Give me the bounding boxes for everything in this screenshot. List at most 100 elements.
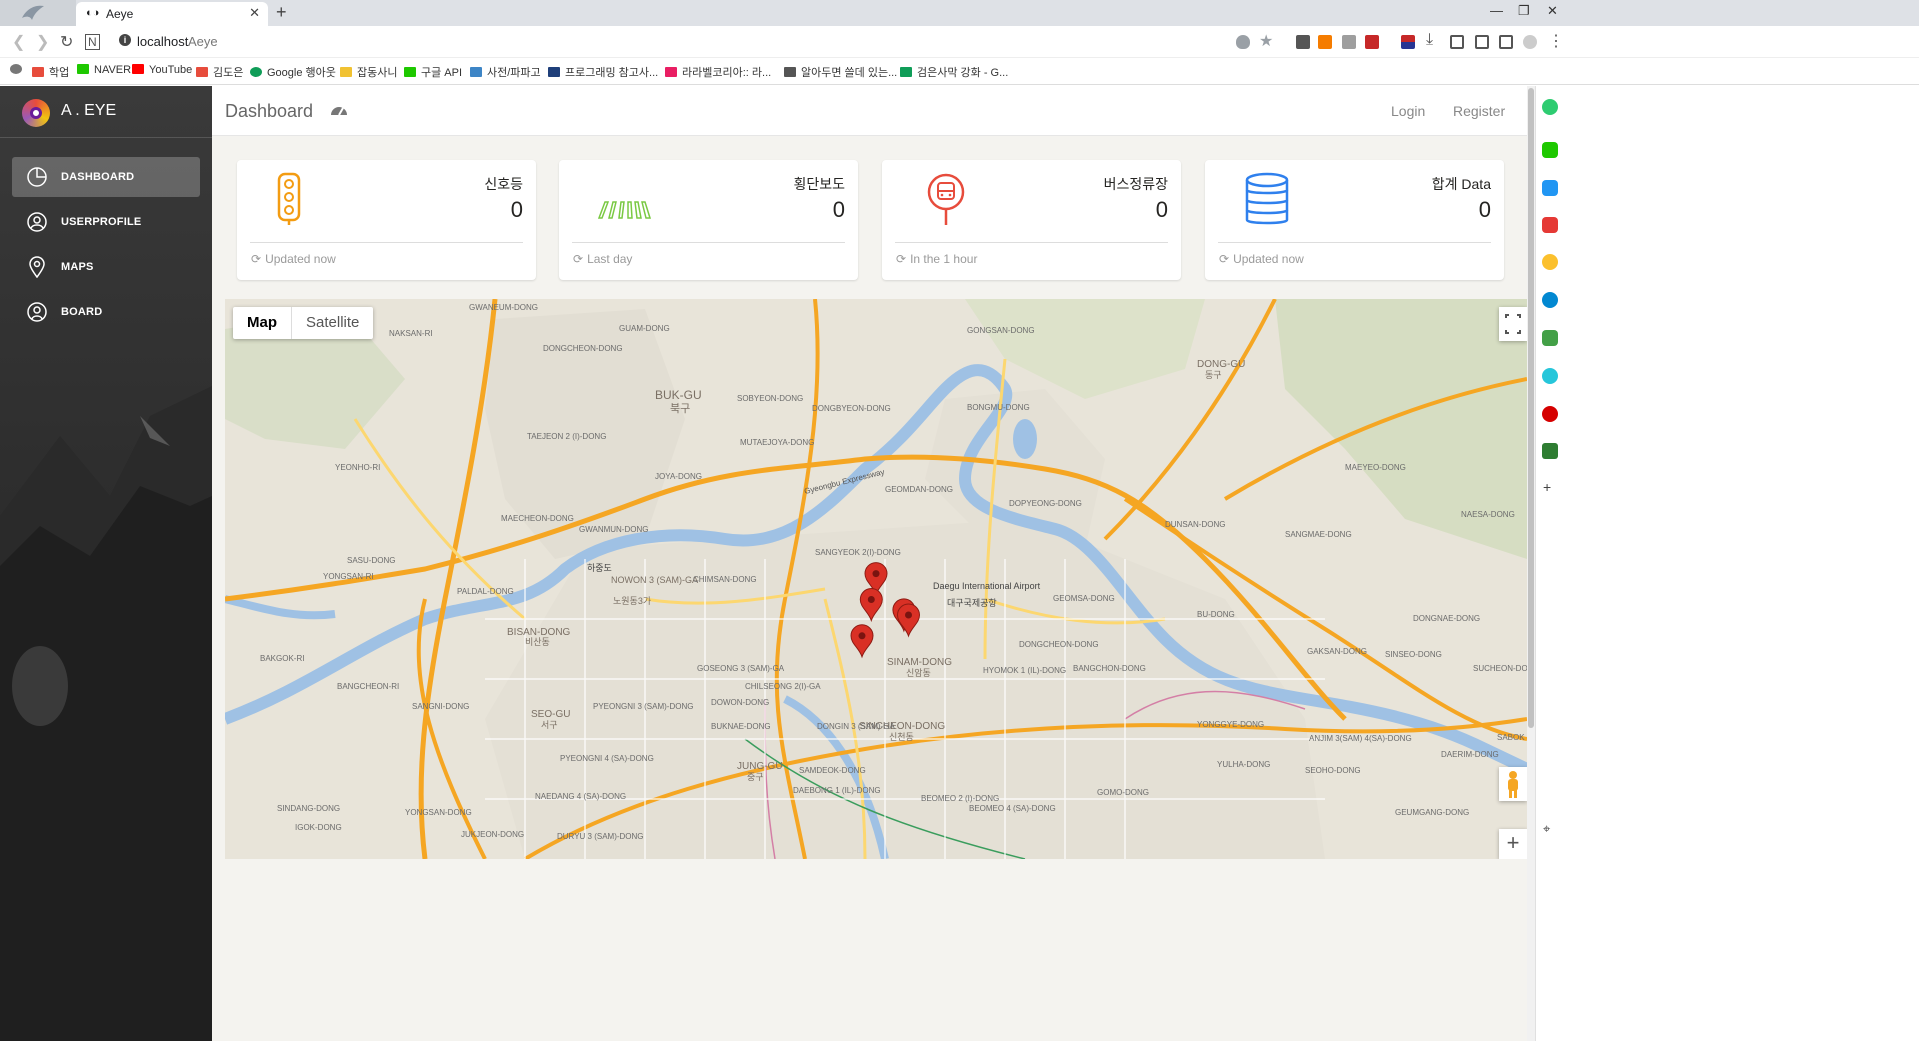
stat-card-crosswalk: 횡단보도 0 ⟳ Last day (559, 160, 858, 280)
sidepanel-app-icon[interactable] (1542, 217, 1558, 233)
map-label: YONGSAN-RI (323, 572, 374, 581)
music-icon[interactable] (1542, 406, 1558, 422)
star-icon[interactable]: ★ (1259, 31, 1273, 51)
map-label-seo-gu: SEO-GU (531, 709, 570, 720)
map-label: NAESA-DONG (1461, 510, 1515, 519)
fullscreen-button[interactable] (1499, 307, 1527, 341)
card-label: 횡단보도 (793, 176, 845, 192)
map-canvas[interactable]: BUK-GU 북구 Gyeongbu Expressway Daegu Inte… (225, 299, 1527, 859)
menu-icon[interactable]: ⋮ (1548, 31, 1564, 51)
register-link[interactable]: Register (1453, 103, 1505, 119)
bookmark[interactable]: 사전/파파고 (470, 64, 541, 80)
browser-tab[interactable]: ◐◑ Aeye ✕ (76, 2, 268, 26)
bookmark[interactable]: 라라벨코리아:: 라... (665, 64, 771, 80)
sidepanel-app-icon[interactable] (1542, 443, 1558, 459)
forward-icon[interactable]: ❯ (36, 32, 49, 52)
url-host[interactable]: localhost (137, 34, 188, 49)
street-view-pegman-button[interactable] (1499, 767, 1527, 801)
map-label: DONGNAE-DONG (1413, 614, 1480, 623)
sidebar-toggle-icon[interactable] (1499, 35, 1513, 49)
bookmark[interactable]: 김도은 (196, 64, 243, 80)
bookmark[interactable]: 검은사막 강화 - G... (900, 64, 1008, 80)
extension-icon[interactable] (1296, 35, 1310, 49)
bookmark[interactable]: 프로그래밍 참고사... (548, 64, 658, 80)
sidepanel-app-icon[interactable] (1542, 180, 1558, 196)
brand[interactable]: A . EYE (0, 86, 212, 138)
home-icon[interactable]: N (85, 34, 100, 50)
zoom-in-button[interactable]: + (1499, 829, 1527, 859)
back-icon[interactable]: ❮ (12, 32, 25, 52)
sidepanel-app-icon[interactable] (1542, 99, 1558, 115)
extension-icon[interactable] (1365, 35, 1379, 49)
sidebar-item-userprofile[interactable]: USERPROFILE (12, 202, 200, 242)
map-label: IGOK-DONG (295, 823, 342, 832)
sidepanel-app-icon[interactable] (1542, 142, 1558, 158)
shield-icon[interactable] (1236, 35, 1250, 49)
fullscreen-icon (1505, 314, 1521, 334)
download-icon[interactable]: ⤓ (1426, 31, 1433, 49)
map-label: BU-DONG (1197, 610, 1235, 619)
sidepanel-app-icon[interactable] (1542, 330, 1558, 346)
card-value: 0 (1478, 197, 1491, 222)
map-label: DONGCHEON-DONG (543, 344, 623, 353)
map-label: MUTAEJOYA-DONG (740, 438, 814, 447)
bookmark-label: 알아두면 쓸데 있는... (801, 67, 898, 79)
flag-icon[interactable] (1401, 35, 1415, 49)
close-tab-button[interactable]: ✕ (249, 5, 260, 21)
add-panel-icon[interactable]: + (1543, 479, 1551, 495)
map-label: BANGCHEON-RI (337, 682, 399, 691)
bookmark[interactable]: 잡동사니 (340, 64, 397, 80)
map-label-nowon: NOWON 3 (SAM)-GA (611, 575, 698, 585)
reload-icon[interactable]: ↻ (60, 32, 73, 52)
map-label: TAEJEON 2 (I)-DONG (527, 432, 606, 441)
restore-button[interactable]: ❐ (1518, 3, 1530, 19)
star-icon[interactable] (1542, 254, 1558, 270)
sidebar-item-label: MAPS (61, 261, 94, 273)
site-info-icon[interactable]: i (119, 34, 131, 46)
play-icon[interactable] (1542, 368, 1558, 384)
page-scrollbar[interactable] (1527, 86, 1535, 1041)
bookmark[interactable]: NAVER (77, 64, 131, 76)
reader-icon[interactable] (1475, 35, 1489, 49)
page-title: Dashboard (225, 101, 314, 121)
map-label-sinam: SINAM-DONG (887, 657, 952, 668)
bookmark[interactable]: 구글 API (404, 64, 462, 80)
new-tab-button[interactable]: + (276, 2, 287, 23)
map-label: DAERIM-DONG (1441, 750, 1499, 759)
camera-icon[interactable] (1450, 35, 1464, 49)
login-link[interactable]: Login (1391, 103, 1425, 119)
card-footer: ⟳ In the 1 hour (896, 252, 977, 266)
map-label: YULHA-DONG (1217, 760, 1270, 769)
apps-icon[interactable] (10, 64, 27, 76)
bookmark[interactable]: YouTube (132, 64, 192, 76)
sidebar-item-maps[interactable]: MAPS (12, 247, 200, 287)
sidebar-item-board[interactable]: BOARD (12, 292, 200, 332)
map-type-satellite-button[interactable]: Satellite (292, 307, 373, 339)
profile-icon[interactable] (1523, 35, 1537, 49)
refresh-icon: ⟳ (1219, 252, 1230, 266)
bookmarks-bar: 학업 NAVER YouTube 김도은 Google 행아웃 잡동사니 구글 … (0, 58, 1919, 85)
minimize-button[interactable]: — (1490, 3, 1503, 18)
extension-icon[interactable] (1318, 35, 1332, 49)
bookmark[interactable]: 학업 (32, 64, 69, 80)
plus-box-icon (900, 67, 912, 77)
pin-icon[interactable]: ⌖ (1543, 821, 1550, 837)
swing-browser-icon (22, 5, 44, 20)
bookmark[interactable]: 알아두면 쓸데 있는... (784, 64, 897, 80)
map-label: SUCHEON-DONG (1473, 664, 1527, 673)
map-label: MAECHEON-DONG (501, 514, 574, 523)
sidepanel-app-icon[interactable] (1542, 292, 1558, 308)
sidebar-item-dashboard[interactable]: DASHBOARD (12, 157, 200, 197)
bookmark-label: NAVER (94, 64, 132, 76)
refresh-icon: ⟳ (896, 252, 907, 266)
scrollbar-thumb[interactable] (1528, 88, 1534, 728)
bookmark[interactable]: Google 행아웃 (250, 64, 336, 80)
map-label: PYEONGNI 4 (SA)-DONG (560, 754, 654, 763)
window-close-button[interactable]: ✕ (1547, 3, 1558, 19)
map-label: DONGBYEON-DONG (812, 404, 891, 413)
map-type-map-button[interactable]: Map (233, 307, 292, 339)
google-map[interactable]: BUK-GU 북구 Gyeongbu Expressway Daegu Inte… (225, 299, 1527, 859)
extension-icon[interactable] (1342, 35, 1356, 49)
pegman-icon (1508, 771, 1518, 798)
map-label: DONGIN 3 (SAM)-GA (817, 722, 895, 731)
